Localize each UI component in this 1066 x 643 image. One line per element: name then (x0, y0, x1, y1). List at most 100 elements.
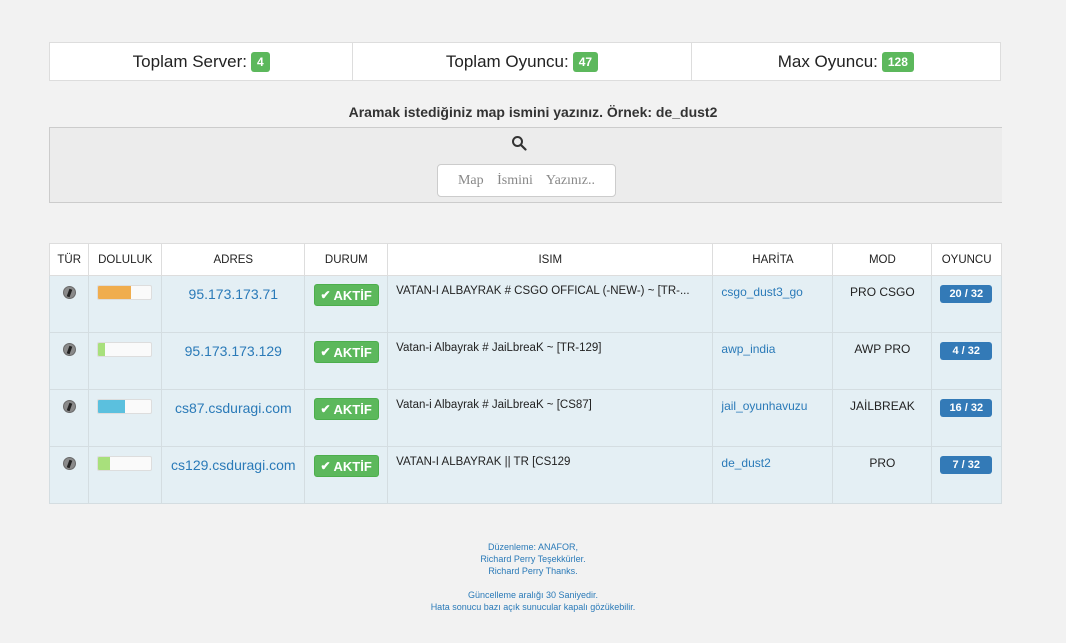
server-mod: JAİLBREAK (850, 399, 915, 413)
col-status: DURUM (304, 243, 389, 276)
status-cell: ✔ AKTİF (304, 332, 389, 390)
address-cell: 95.173.173.71 (161, 275, 306, 333)
table-row: 95.173.173.129 ✔ AKTİF Vatan-i Albayrak # J… (48, 332, 1002, 390)
footer: Düzenleme: ANAFOR, Richard Perry Teşekkü… (0, 541, 1066, 613)
table-row: cs129.csduragi.com ✔ AKTİF VATAN-I ALBAYRAK… (48, 446, 1002, 504)
footer-thanks-en: Richard Perry Thanks. (488, 566, 578, 576)
fill-progress-bar (97, 285, 153, 300)
map-cell: csgo_dust3_go (712, 275, 834, 333)
col-address: ADRES (161, 243, 306, 276)
map-link[interactable]: jail_oyunhavuzu (721, 399, 832, 413)
mod-cell: AWP PRO (832, 332, 933, 390)
player-count-badge: 4 / 32 (940, 342, 993, 360)
map-cell: jail_oyunhavuzu (712, 389, 834, 447)
col-players: OYUNCU (931, 243, 1002, 276)
fill-progress-value (98, 400, 125, 413)
server-address-link[interactable]: 95.173.173.71 (162, 286, 304, 302)
status-button[interactable]: ✔ AKTİF (314, 341, 379, 363)
map-cell: de_dust2 (712, 446, 834, 504)
player-count-badge: 16 / 32 (940, 399, 993, 417)
name-cell: Vatan-i Albayrak # JaiLbreaK ~ [CS87] (387, 389, 714, 447)
name-cell: VATAN-I ALBAYRAK # CSGO OFFICAL (-NEW-) … (387, 275, 714, 333)
server-mod: PRO (869, 456, 896, 470)
map-link[interactable]: awp_india (721, 342, 832, 356)
game-type-icon (62, 343, 76, 356)
mod-cell: PRO (832, 446, 933, 504)
col-name: ISIM (387, 243, 714, 276)
check-icon: ✔ (320, 288, 331, 302)
type-cell (48, 446, 90, 504)
server-name: VATAN-I ALBAYRAK # CSGO OFFICAL (-NEW-) … (396, 285, 690, 297)
table-header-row: TÜR DOLULUK ADRES DURUM ISIM HARİTA MOD … (48, 243, 1002, 276)
server-address-link[interactable]: cs87.csduragi.com (162, 400, 304, 416)
map-search-input[interactable] (437, 164, 616, 197)
address-cell: 95.173.173.129 (161, 332, 306, 390)
footer-warning: Hata sonucu bazı açık sunucular kapalı g… (430, 602, 636, 612)
server-name: VATAN-I ALBAYRAK || TR [CS129 (396, 456, 571, 468)
stat-label: Max Oyuncu: (777, 51, 878, 71)
mod-cell: JAİLBREAK (832, 389, 933, 447)
table-row: 95.173.173.71 ✔ AKTİF VATAN-I ALBAYRAK # CS… (48, 275, 1002, 333)
stat-badge: 47 (572, 51, 599, 72)
players-cell: 4 / 32 (931, 332, 1002, 390)
player-count-badge: 20 / 32 (940, 285, 993, 303)
type-cell (48, 389, 90, 447)
check-icon: ✔ (320, 345, 331, 359)
players-cell: 20 / 32 (931, 275, 1002, 333)
footer-thanks-tr: Richard Perry Teşekkürler. (480, 554, 586, 564)
stat-max-players: Max Oyuncu: 128 (692, 43, 1000, 80)
server-address-link[interactable]: cs129.csduragi.com (162, 457, 304, 473)
game-type-icon (62, 286, 76, 299)
search-title: Aramak istediğiniz map ismini yazınız. Ö… (348, 104, 718, 120)
fill-progress-value (98, 343, 105, 356)
stat-badge: 128 (881, 51, 914, 72)
name-cell: VATAN-I ALBAYRAK || TR [CS129 (387, 446, 714, 504)
footer-refresh-note: Güncelleme aralığı 30 Saniyedir. (467, 590, 599, 600)
fill-progress-bar (97, 399, 153, 414)
col-type: TÜR (48, 243, 90, 276)
status-label: AKTİF (333, 458, 372, 474)
address-cell: cs87.csduragi.com (161, 389, 306, 447)
fill-progress-value (98, 457, 111, 470)
player-count-badge: 7 / 32 (940, 456, 993, 474)
table-row: cs87.csduragi.com ✔ AKTİF Vatan-i Albayrak … (48, 389, 1002, 447)
server-mod: PRO CSGO (850, 285, 915, 299)
type-cell (48, 332, 90, 390)
type-cell (48, 275, 90, 333)
status-cell: ✔ AKTİF (304, 446, 389, 504)
status-button[interactable]: ✔ AKTİF (314, 284, 379, 306)
fill-progress-value (98, 286, 132, 299)
stat-total-players: Toplam Oyuncu: 47 (353, 43, 692, 80)
footer-credit: Düzenleme: ANAFOR, (487, 542, 579, 552)
status-cell: ✔ AKTİF (304, 275, 389, 333)
map-link[interactable]: csgo_dust3_go (721, 285, 832, 299)
fill-cell (88, 332, 163, 390)
status-button[interactable]: ✔ AKTİF (314, 455, 379, 477)
mod-cell: PRO CSGO (832, 275, 933, 333)
stats-bar: Toplam Server: 4 Toplam Oyuncu: 47 Max O… (49, 42, 1001, 81)
status-button[interactable]: ✔ AKTİF (314, 398, 379, 420)
stat-badge: 4 (251, 51, 270, 72)
server-mod: AWP PRO (854, 342, 911, 356)
fill-cell (88, 275, 163, 333)
server-address-link[interactable]: 95.173.173.129 (162, 343, 304, 359)
players-cell: 7 / 32 (931, 446, 1002, 504)
status-label: AKTİF (333, 344, 372, 360)
col-fill: DOLULUK (88, 243, 163, 276)
status-label: AKTİF (333, 287, 372, 303)
game-type-icon (62, 400, 76, 413)
search-panel (49, 127, 1002, 203)
map-cell: awp_india (712, 332, 834, 390)
game-type-icon (62, 457, 76, 470)
status-cell: ✔ AKTİF (304, 389, 389, 447)
search-icon (512, 136, 527, 151)
fill-cell (88, 446, 163, 504)
server-name: Vatan-i Albayrak # JaiLbreaK ~ [CS87] (396, 399, 592, 411)
fill-progress-bar (97, 342, 153, 357)
stat-total-servers: Toplam Server: 4 (50, 43, 354, 80)
stat-label: Toplam Server: (132, 51, 247, 71)
check-icon: ✔ (320, 459, 331, 473)
col-mod: MOD (832, 243, 933, 276)
map-link[interactable]: de_dust2 (721, 456, 832, 470)
name-cell: Vatan-i Albayrak # JaiLbreaK ~ [TR-129] (387, 332, 714, 390)
